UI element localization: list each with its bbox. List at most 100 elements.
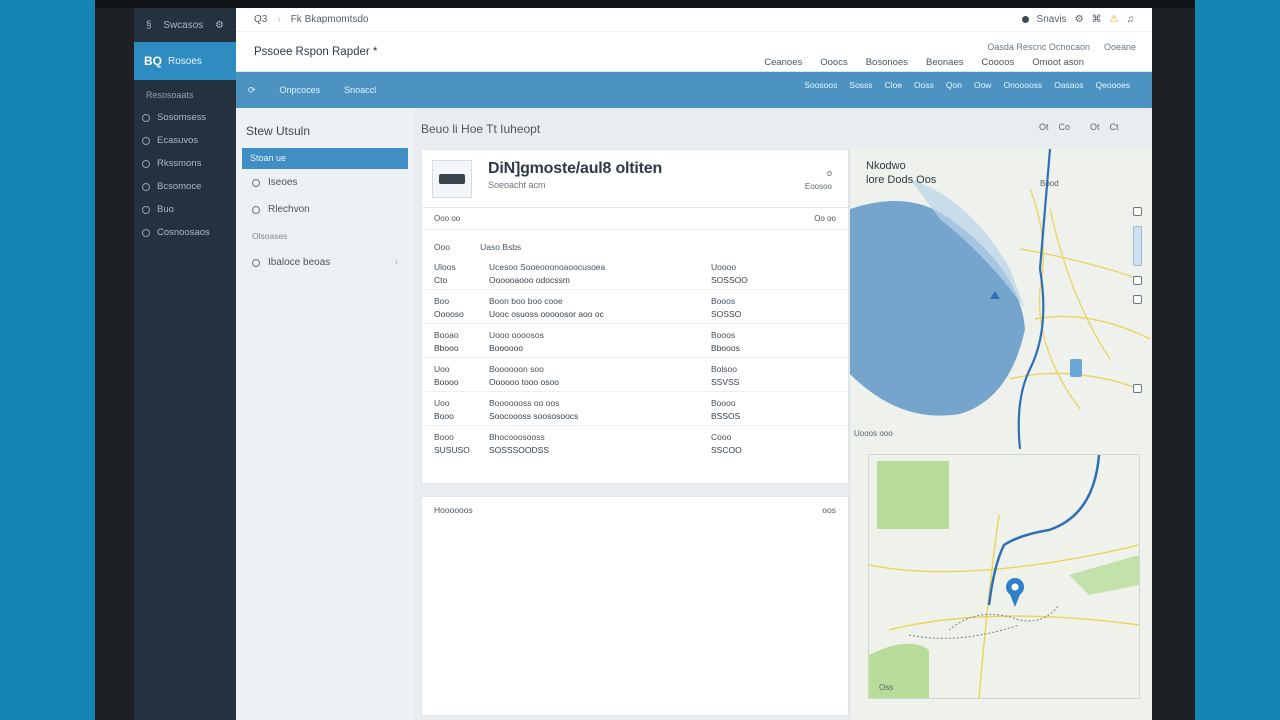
filter-crumb[interactable]: Snoaccl <box>344 85 376 95</box>
shipment-card-header: DiN]gmoste/aul8 oltiten Soeoacht acm o E… <box>422 150 848 208</box>
secondary-nav-heading: Stew Utsuln <box>246 124 311 138</box>
filter-chip[interactable]: Qon <box>946 80 962 90</box>
header-meta-item[interactable]: Oasda Rescnc Ocnocaon <box>987 42 1090 52</box>
card-options-button[interactable]: o <box>827 168 832 178</box>
warning-icon[interactable]: ⚠ <box>1110 14 1119 25</box>
nav-item-1[interactable]: Ecasuvos <box>134 129 236 152</box>
left-nav: § Swcasos ⚙ BQ Rosoes Resosoaats Sosomse… <box>134 8 236 720</box>
map-controls <box>1133 207 1142 393</box>
filter-chip[interactable]: Soosoos <box>804 80 837 90</box>
zoom-out-icon[interactable] <box>1133 276 1142 285</box>
truck-thumbnail <box>432 160 472 198</box>
gear-icon[interactable]: ⚙ <box>1075 14 1084 25</box>
nav-item-0[interactable]: Sosomsess <box>134 106 236 129</box>
truck-icon <box>439 174 465 184</box>
route-map[interactable]: Nkodwo lore Dods Oos Bood Uooos ooo Oss <box>849 149 1152 720</box>
zoom-slider[interactable] <box>1133 226 1142 266</box>
link-icon[interactable]: ⌘ <box>1092 14 1102 25</box>
crumb-number[interactable]: Q3 <box>254 14 267 25</box>
nav-item-label: Ecasuvos <box>157 135 199 146</box>
circle-icon <box>142 159 150 168</box>
filter-crumb[interactable]: Onpcoces <box>280 85 321 95</box>
card-kv: Ooo Uaso Bsbs <box>422 230 848 256</box>
secondary-nav-group: Olsoases <box>252 231 288 241</box>
header-link[interactable]: Beonaes <box>926 57 964 68</box>
zoom-in-icon[interactable] <box>1133 207 1142 216</box>
cell: Bhocooosooss <box>489 432 545 442</box>
crumb-label[interactable]: Fk Bkapmomtsdo <box>291 14 369 25</box>
cell: SSVSS <box>711 377 740 387</box>
secondary-nav-item[interactable]: Rlechvon <box>236 196 414 223</box>
cell: Soocoooss soososoocs <box>489 411 579 421</box>
nav-item-5[interactable]: Cosnoosaos <box>134 221 236 244</box>
detail-map-canvas[interactable] <box>868 454 1140 699</box>
layers-icon[interactable] <box>1133 295 1142 304</box>
header-link[interactable]: Ooocs <box>820 57 847 68</box>
cell: Booooooss oo oos <box>489 398 560 408</box>
cell: Boooooon soo <box>489 364 544 374</box>
bell-icon[interactable]: ♫ <box>1127 14 1135 25</box>
card-more-link[interactable]: Eoosoo <box>805 182 832 191</box>
filter-chip[interactable]: Onooooss <box>1003 80 1042 90</box>
header-link[interactable]: Coooos <box>982 57 1015 68</box>
filter-chip[interactable]: Cloe <box>885 80 902 90</box>
tool-button[interactable]: Ot <box>1090 122 1100 132</box>
refresh-icon[interactable]: ⟳ <box>248 85 256 96</box>
table-row[interactable]: Booo Bhocooosooss Cooo SUSUSO SOSSSOODSS SSC… <box>422 426 848 459</box>
tool-button[interactable]: Ct <box>1110 122 1119 132</box>
cell: BSSOS <box>711 411 741 421</box>
bezel-top <box>95 0 1195 8</box>
filter-chip[interactable]: Ooss <box>914 80 934 90</box>
header-link[interactable]: Ceanoes <box>764 57 802 68</box>
nav-brand[interactable]: BQ Rosoes <box>134 42 236 80</box>
filter-chip[interactable]: Oow <box>974 80 991 90</box>
filter-chip[interactable]: Qeoooes <box>1096 80 1131 90</box>
cell: Boooo <box>434 377 459 387</box>
shipment-subtitle: Soeoacht acm <box>488 180 546 190</box>
cell: Uoo <box>434 364 450 374</box>
tool-button[interactable]: Ot <box>1039 122 1049 132</box>
table-row[interactable]: Uloos Ucesoo Sooeooonoaoocusoea Uoooo Cto O… <box>422 256 848 290</box>
notes-action[interactable]: oos <box>822 505 836 515</box>
cell: Boooo <box>711 398 736 408</box>
table-row[interactable]: Booao Uooo oooosos Booos Bbooo Boooooo Bbooo… <box>422 324 848 358</box>
main-tools: Ot Co Ot Ct <box>1039 122 1119 132</box>
locate-icon[interactable] <box>1133 384 1142 393</box>
nav-item-2[interactable]: Rkssmons <box>134 152 236 175</box>
nav-settings-icon[interactable]: ⚙ <box>215 20 224 31</box>
cell: SOSSSOODSS <box>489 445 549 455</box>
header-link[interactable]: Omoot ason <box>1032 57 1084 68</box>
tool-button[interactable]: Co <box>1059 122 1071 132</box>
header-link[interactable]: Bosonoes <box>866 57 908 68</box>
table-row[interactable]: Uoo Booooooss oo oos Boooo Booo Soocoooss s… <box>422 392 848 426</box>
chevron-right-icon: › <box>394 257 398 268</box>
header-meta-item[interactable]: Ooeane <box>1104 42 1136 52</box>
secondary-nav-label: Iseoes <box>268 177 298 188</box>
filter-chip[interactable]: Sosss <box>849 80 872 90</box>
section-right[interactable]: Oo oo <box>814 214 836 223</box>
nav-top: § Swcasos ⚙ <box>134 8 236 42</box>
secondary-nav-active[interactable]: Stoan ue <box>242 148 408 169</box>
nav-item-label: Sosomsess <box>157 112 207 123</box>
notes-card-header: Hoooooos oos <box>422 497 848 523</box>
page-header: Pssoee Rspon Rapder * Oasda Rescnc Ocnoc… <box>236 32 1152 72</box>
nav-menu-icon[interactable]: § <box>146 20 152 31</box>
secondary-nav-item[interactable]: Ibaloce beoas › <box>236 249 414 276</box>
table-row[interactable]: Uoo Boooooon soo Bolsoo Boooo Oooooo tooo o… <box>422 358 848 392</box>
depot-marker[interactable] <box>1070 359 1082 377</box>
user-name[interactable]: Snavis <box>1037 14 1067 25</box>
cell: Cooo <box>711 432 732 442</box>
cell: Uoo <box>434 398 450 408</box>
map-place-label: Oss <box>879 683 894 692</box>
nav-item-4[interactable]: Buo <box>134 198 236 221</box>
header-meta: Oasda Rescnc Ocnocaon Ooeane <box>987 42 1136 52</box>
table-row[interactable]: Boo Boon boo boo cooe Booos Ooooso Uooc osu… <box>422 290 848 324</box>
route-detail-map[interactable]: Oss <box>868 454 1140 699</box>
top-bar: Q3 › Fk Bkapmomtsdo Snavis ⚙ ⌘ ⚠ ♫ <box>236 8 1152 32</box>
secondary-nav-item[interactable]: Iseoes <box>236 169 414 196</box>
nav-top-label: Swcasos <box>163 19 204 31</box>
filter-chip[interactable]: Oasaos <box>1054 80 1083 90</box>
circle-icon <box>142 182 150 191</box>
park-area <box>877 461 949 529</box>
nav-item-3[interactable]: Bcsomoce <box>134 175 236 198</box>
